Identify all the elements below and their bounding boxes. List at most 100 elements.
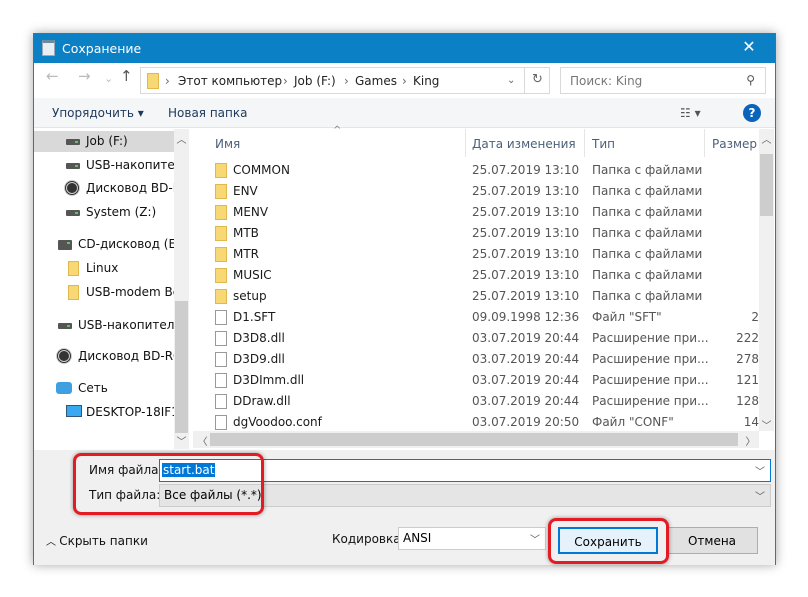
file-date: 25.07.2019 13:10 xyxy=(472,268,580,282)
file-date: 25.07.2019 13:10 xyxy=(472,247,580,261)
file-row[interactable]: ENV 25.07.2019 13:10 Папка с файлами xyxy=(193,181,759,202)
sidebar-item-usb-2[interactable]: USB-накопитель xyxy=(34,315,174,336)
folder-icon xyxy=(215,289,227,304)
file-list-vertical-scrollbar[interactable]: ︿ ﹀ xyxy=(759,129,774,432)
column-header-type[interactable]: Тип xyxy=(592,137,615,151)
file-date: 03.07.2019 20:44 xyxy=(472,394,580,408)
close-button[interactable]: ✕ xyxy=(738,37,760,56)
recent-locations-button[interactable]: ⌄ xyxy=(104,72,113,85)
sidebar-item-system-z[interactable]: System (Z:) xyxy=(34,202,174,223)
breadcrumb-item[interactable]: Этот компьютер xyxy=(178,74,282,88)
folder-icon xyxy=(215,184,227,199)
cancel-button[interactable]: Отмена xyxy=(666,527,758,554)
file-size: 278 xyxy=(736,352,759,366)
file-size: 128 xyxy=(736,394,759,408)
file-list: ^ Имя Дата изменения Тип Размер COMMON 2… xyxy=(193,125,775,449)
scrollbar-thumb[interactable] xyxy=(210,433,738,446)
help-button[interactable]: ? xyxy=(743,104,761,122)
chevron-down-icon: ﹀ xyxy=(530,535,540,546)
sidebar-item-job-f[interactable]: Job (F:) xyxy=(34,131,174,152)
sidebar-item-bd-rom-2[interactable]: Дисковод BD-ROM xyxy=(34,346,174,367)
new-folder-button[interactable]: Новая папка xyxy=(168,106,247,120)
file-icon xyxy=(215,394,227,409)
sidebar-item-cd-drive[interactable]: CD-дисковод (E:) xyxy=(34,234,174,255)
sidebar-item-usb[interactable]: USB-накопитель xyxy=(34,155,174,176)
forward-button[interactable]: → xyxy=(78,67,91,85)
file-row[interactable]: DDraw.dll 03.07.2019 20:44 Расширение пр… xyxy=(193,391,759,412)
file-icon xyxy=(215,310,227,325)
file-row[interactable]: D3D9.dll 03.07.2019 20:44 Расширение при… xyxy=(193,349,759,370)
scrollbar-thumb[interactable] xyxy=(175,301,188,433)
file-name: MUSIC xyxy=(233,268,272,282)
up-button[interactable]: ↑ xyxy=(120,67,133,85)
file-type: Папка с файлами xyxy=(592,247,703,261)
chevron-down-icon[interactable]: ﹀ xyxy=(755,463,765,478)
search-placeholder: Поиск: King xyxy=(570,74,643,88)
file-type: Папка с файлами xyxy=(592,205,703,219)
file-row[interactable]: MUSIC 25.07.2019 13:10 Папка с файлами xyxy=(193,265,759,286)
title-bar[interactable]: Сохранение ✕ xyxy=(34,34,775,63)
file-date: 25.07.2019 13:10 xyxy=(472,205,580,219)
file-name: setup xyxy=(233,289,267,303)
file-type: Папка с файлами xyxy=(592,226,703,240)
file-size: 121 xyxy=(736,373,759,387)
file-row[interactable]: dgVoodoo.conf 03.07.2019 20:50 Файл "CON… xyxy=(193,412,759,433)
file-type: Расширение при... xyxy=(592,352,709,366)
file-type: Файл "CONF" xyxy=(592,415,674,429)
column-header-date[interactable]: Дата изменения xyxy=(472,137,576,151)
encoding-select[interactable]: ANSI ﹀ xyxy=(398,527,546,550)
file-row[interactable]: D1.SFT 09.09.1998 12:36 Файл "SFT" 2 xyxy=(193,307,759,328)
navigation-pane: Job (F:) USB-накопитель Дисковод BD-ROM … xyxy=(34,129,189,449)
column-header-name[interactable]: Имя xyxy=(215,137,240,151)
chevron-down-icon[interactable]: ﹀ xyxy=(755,488,765,503)
file-row[interactable]: MENV 25.07.2019 13:10 Папка с файлами xyxy=(193,202,759,223)
search-icon: ⚲ xyxy=(746,73,755,87)
save-dialog: Сохранение ✕ ← → ⌄ ↑ › Этот компьютер › … xyxy=(33,33,776,565)
sidebar-scrollbar[interactable]: ︿ ﹀ xyxy=(174,129,189,449)
address-dropdown-icon[interactable]: ⌄ xyxy=(507,75,515,86)
file-icon xyxy=(215,352,227,367)
address-bar[interactable]: › Этот компьютер › Job (F:) › Games › Ki… xyxy=(140,67,550,94)
view-options-button[interactable]: ☷ ▾ xyxy=(680,106,701,120)
sidebar-item-bd-rom[interactable]: Дисковод BD-ROM xyxy=(34,178,174,199)
file-type: Расширение при... xyxy=(592,394,709,408)
sidebar-item-network[interactable]: Сеть xyxy=(34,378,174,399)
file-name: COMMON xyxy=(233,163,290,177)
breadcrumb-item[interactable]: King xyxy=(413,74,439,88)
encoding-label: Кодировка: xyxy=(332,532,405,546)
file-name: DDraw.dll xyxy=(233,394,291,408)
sidebar-item-linux[interactable]: Linux xyxy=(34,258,174,279)
file-row[interactable]: setup 25.07.2019 13:10 Папка с файлами xyxy=(193,286,759,307)
breadcrumb-item[interactable]: Job (F:) xyxy=(294,74,336,88)
folder-icon xyxy=(215,268,227,283)
sidebar-item-usb-modem[interactable]: USB-modem Beeline xyxy=(34,282,174,303)
hide-folders-label: Скрыть папки xyxy=(59,534,148,548)
file-row[interactable]: D3DImm.dll 03.07.2019 20:44 Расширение п… xyxy=(193,370,759,391)
back-button[interactable]: ← xyxy=(46,67,59,85)
file-row[interactable]: COMMON 25.07.2019 13:10 Папка с файлами xyxy=(193,160,759,181)
refresh-button[interactable]: ↻ xyxy=(524,67,550,94)
file-type: Папка с файлами xyxy=(592,163,703,177)
file-row[interactable]: D3D8.dll 03.07.2019 20:44 Расширение при… xyxy=(193,328,759,349)
column-header-size[interactable]: Размер xyxy=(712,137,757,151)
file-row[interactable]: MTB 25.07.2019 13:10 Папка с файлами xyxy=(193,223,759,244)
hide-folders-button[interactable]: ︿ Скрыть папки xyxy=(46,533,148,548)
folder-icon xyxy=(215,247,227,262)
file-list-horizontal-scrollbar[interactable]: 〈 〉 xyxy=(193,431,759,448)
sidebar-item-desktop[interactable]: DESKTOP-18IF12 xyxy=(34,402,174,423)
folder-icon xyxy=(215,163,227,178)
folder-icon xyxy=(68,285,79,300)
drive-icon xyxy=(66,210,80,216)
scrollbar-thumb[interactable] xyxy=(760,154,773,216)
search-input[interactable]: Поиск: King ⚲ xyxy=(560,67,766,94)
drive-icon xyxy=(58,323,72,329)
breadcrumb-item[interactable]: Games xyxy=(355,74,397,88)
organize-button[interactable]: Упорядочить ▾ xyxy=(52,106,144,120)
file-row[interactable]: MTR 25.07.2019 13:10 Папка с файлами xyxy=(193,244,759,265)
folder-icon xyxy=(215,226,227,241)
file-type: Папка с файлами xyxy=(592,268,703,282)
network-icon xyxy=(56,382,72,394)
file-type: Файл "SFT" xyxy=(592,310,662,324)
highlight-annotation xyxy=(73,453,264,515)
file-name: dgVoodoo.conf xyxy=(233,415,322,429)
